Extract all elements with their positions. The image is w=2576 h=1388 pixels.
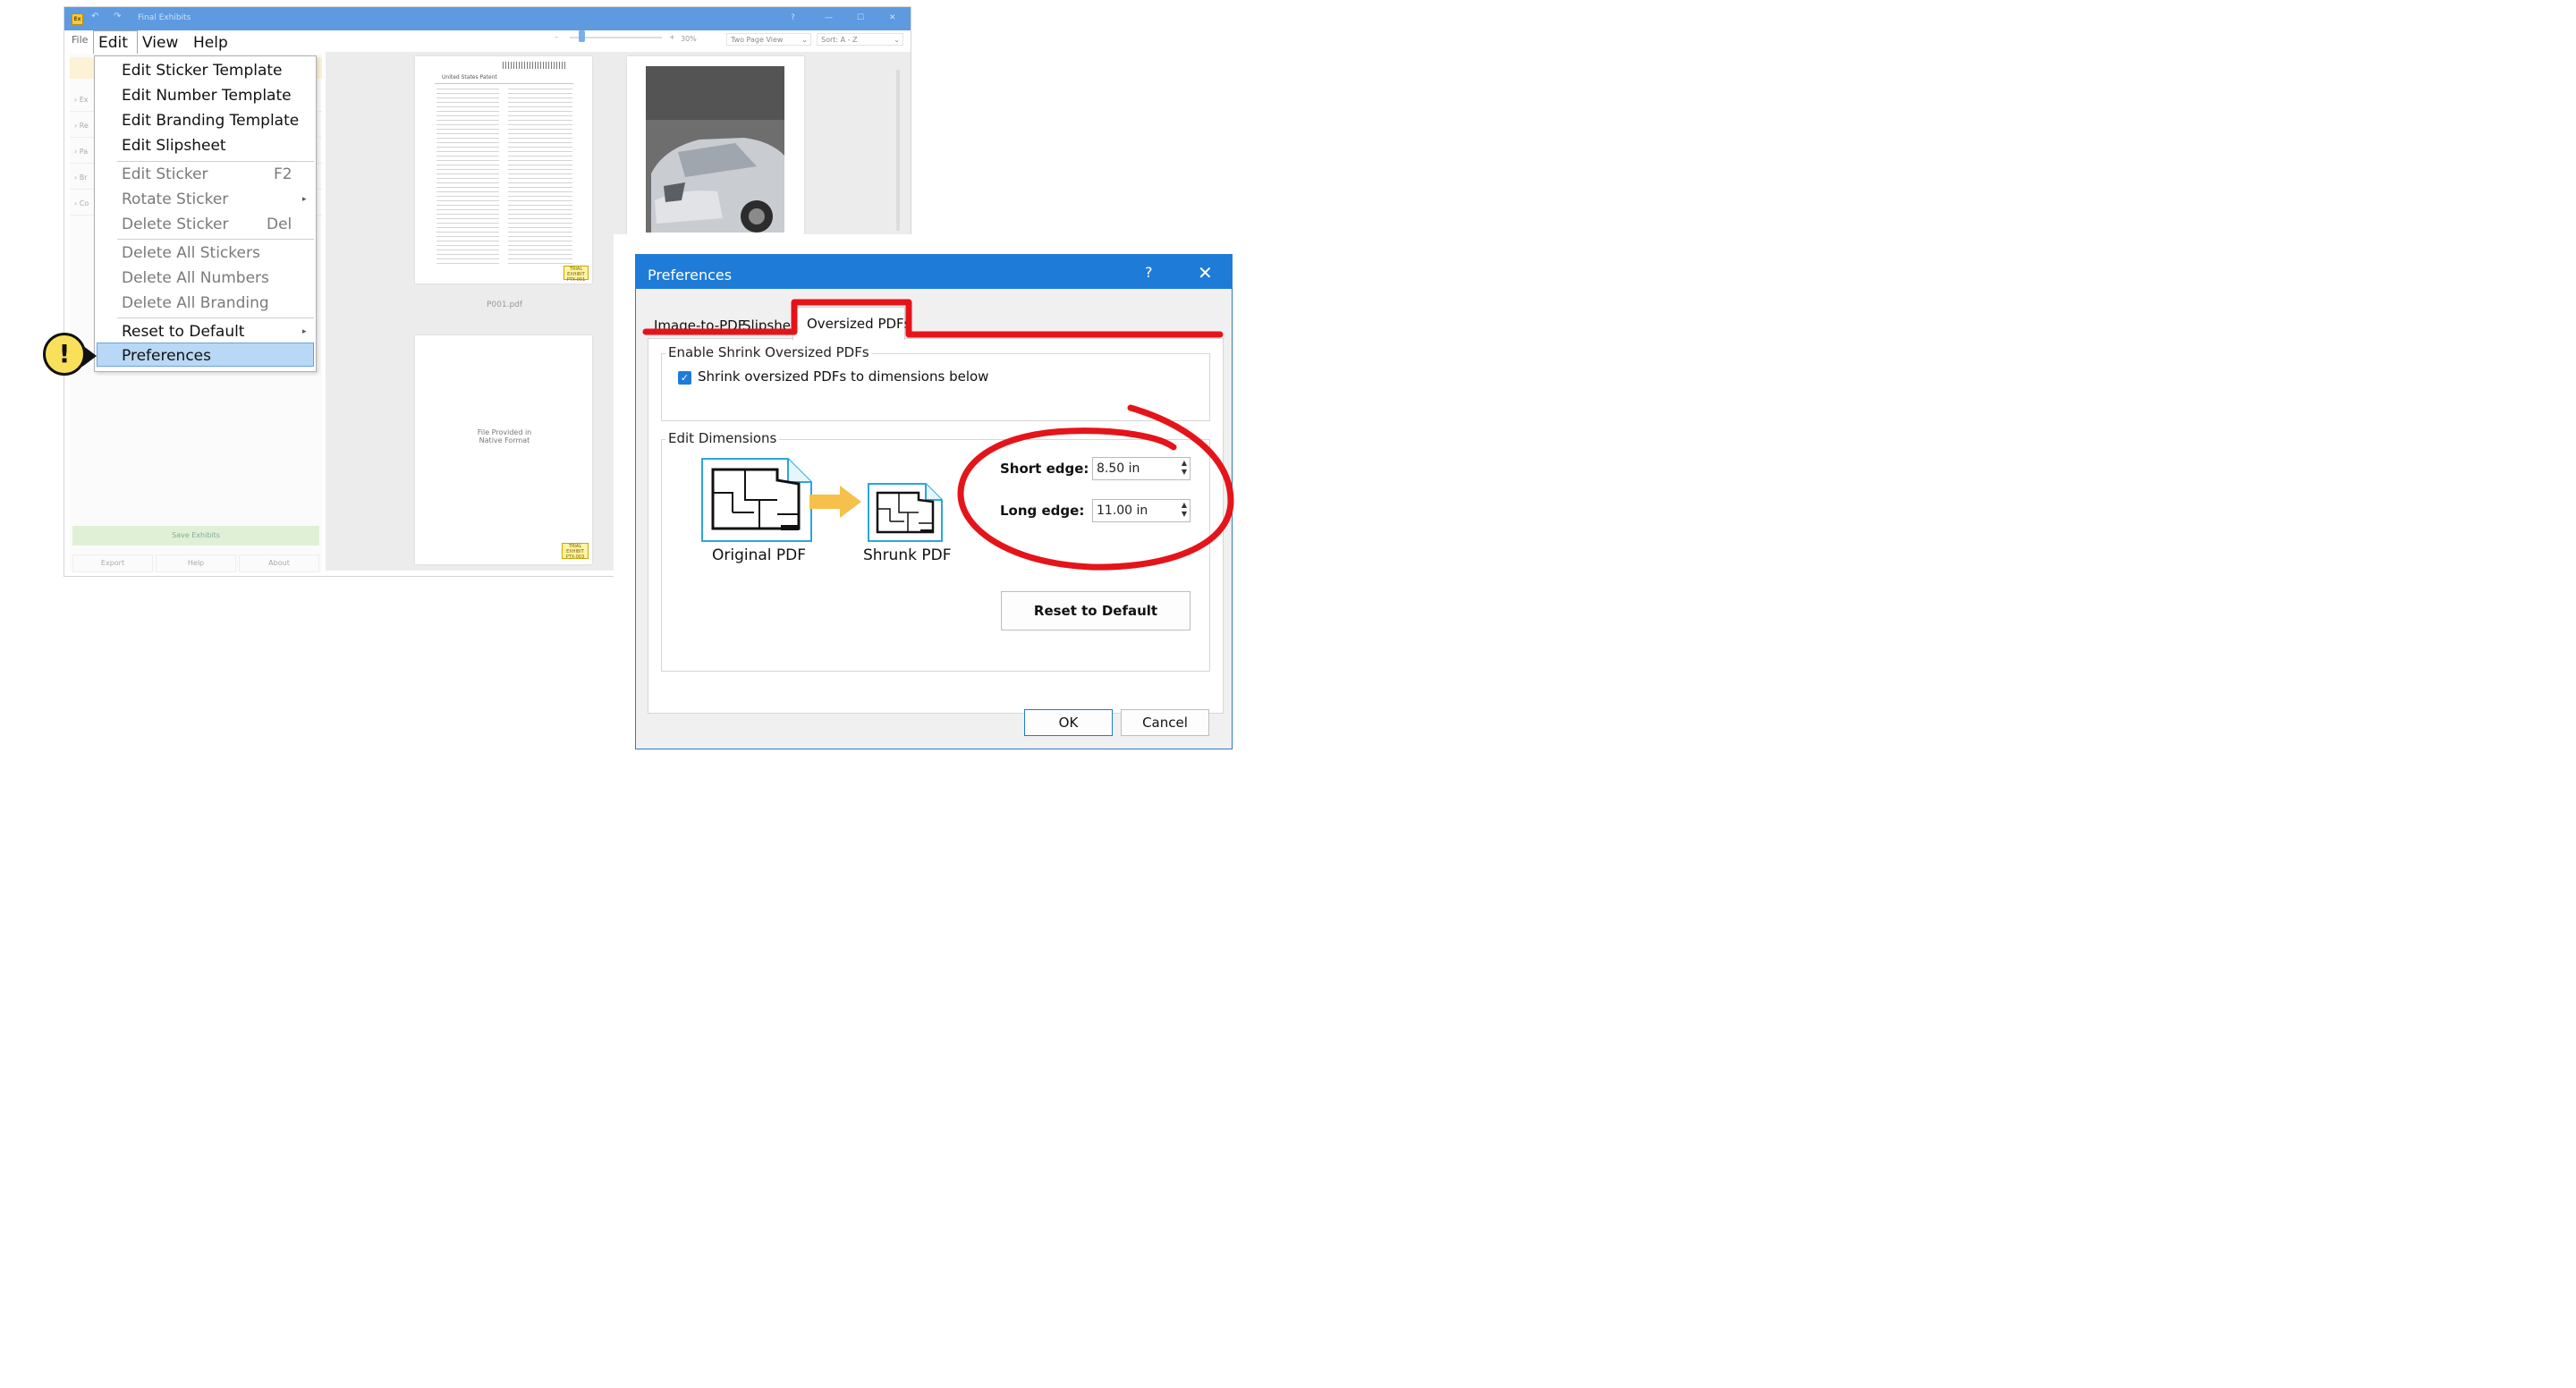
annotation-overlay bbox=[642, 299, 1234, 571]
tab-annotation-stroke bbox=[642, 299, 1224, 338]
dimensions-annotation-circle bbox=[957, 404, 1234, 571]
